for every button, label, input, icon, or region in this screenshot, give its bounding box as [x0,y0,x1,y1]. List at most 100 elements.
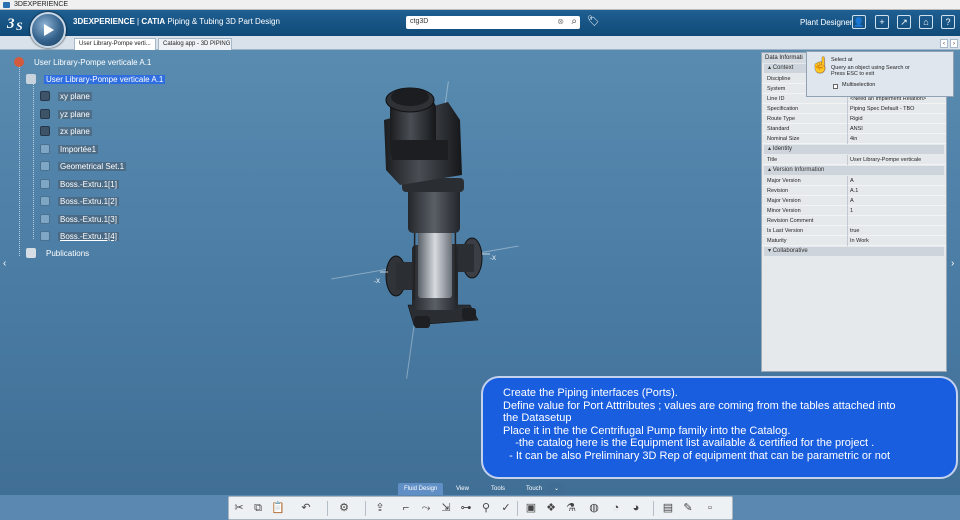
property-row[interactable]: Major Version A [762,196,946,206]
boss-icon [40,231,50,241]
flange-icon[interactable]: ▣ [524,501,538,515]
property-value: ANSI [850,126,863,132]
undo-icon[interactable]: ↶ [299,501,313,515]
boss-icon [40,179,50,189]
paste-icon[interactable]: 📋 [271,501,285,515]
property-row[interactable]: Revision Comment [762,216,946,226]
tree-item-geometrical-set[interactable]: Geometrical Set.1 [40,160,127,173]
search-icon[interactable]: ⌕ [571,16,577,27]
property-value: A.1 [850,188,859,194]
tree-item-importee[interactable]: Importée1 [40,143,99,156]
catalog-icon[interactable]: ▤ [661,501,675,515]
section-label: Collaborative [772,248,808,254]
column-divider [847,226,848,236]
help-icon[interactable]: ? [941,15,955,29]
tree-item-publications[interactable]: Publications [26,247,91,260]
section-version[interactable]: ▴ Version Information [764,166,944,175]
share-icon[interactable]: ↗ [897,15,911,29]
check-icon[interactable]: ✓ [499,501,513,515]
property-row[interactable]: Major Version A [762,176,946,186]
more-icon[interactable]: ▫ [703,501,717,515]
tree-item-xy-plane[interactable]: xy plane [40,90,92,103]
property-row[interactable]: Is Last Version true [762,226,946,236]
tree-item-label: Publications [46,249,90,258]
property-row[interactable]: Revision A.1 [762,186,946,196]
pipe-icon[interactable]: ⌐ [399,501,413,515]
property-row[interactable]: Minor Version 1 [762,206,946,216]
tree-item-boss-1[interactable]: Boss.-Extru.1[1] [40,178,119,191]
compass-play-button[interactable] [30,12,66,48]
home-icon[interactable]: ⌂ [919,15,933,29]
tab-scroll-left-icon[interactable]: ‹ [940,39,948,48]
tab-view[interactable]: View [450,483,475,495]
property-row[interactable]: Route Type Rigid [762,114,946,124]
tree-item-part[interactable]: User Library-Pompe verticale A.1 [26,73,166,86]
tree-item-yz-plane[interactable]: yz plane [40,108,92,121]
tab-user-library[interactable]: User Library-Pompe verti... × [74,38,156,50]
port-icon[interactable]: ⊶ [459,501,473,515]
copy-icon[interactable]: ⧉ [251,501,265,515]
expand-tabs-icon[interactable]: ⌄ [548,483,566,495]
property-row[interactable]: Standard ANSI [762,124,946,134]
plane-icon [40,91,50,101]
user-profile-icon[interactable]: 👤 [852,15,866,29]
collapse-left-icon[interactable]: ‹ [3,258,6,269]
property-row[interactable]: Specification Piping Spec Default - TBO [762,104,946,114]
tag-icon[interactable]: 🏷 [587,16,600,27]
property-row[interactable]: Maturity In Work [762,236,946,246]
tab-touch[interactable]: Touch [520,483,548,495]
plane-icon [40,126,50,136]
column-divider [847,114,848,124]
play-icon [44,24,54,36]
property-key: Standard [767,126,790,132]
publications-icon [26,248,36,258]
search-input[interactable]: ctg3D ⊗ ⌕ [406,16,580,29]
column-divider [847,186,848,196]
tab-fluid-design[interactable]: Fluid Design [398,483,444,495]
export-icon[interactable]: ⇪ [373,501,387,515]
tree-item-boss-2[interactable]: Boss.-Extru.1[2] [40,195,119,208]
svg-text:-X: -X [490,256,496,262]
tree-item-boss-3[interactable]: Boss.-Extru.1[3] [40,213,119,226]
property-value: User Library-Pompe verticale [850,157,922,163]
elbow-icon[interactable]: ◕ [629,501,643,515]
property-key: Discipline [767,76,791,82]
valve-icon[interactable]: ⚲ [479,501,493,515]
connect-icon[interactable]: ⇲ [439,501,453,515]
tab-tools[interactable]: Tools [485,483,511,495]
property-key: Specification [767,106,799,112]
property-key: Revision Comment [767,218,814,224]
tree-item-zx-plane[interactable]: zx plane [40,125,92,138]
property-row[interactable]: Nominal Size 4in [762,134,946,144]
multiselection-checkbox[interactable] [833,84,838,89]
window-title-bar: 3DEXPERIENCE [0,0,960,10]
property-row[interactable]: Title User Library-Pompe verticale [762,155,946,165]
clear-search-icon[interactable]: ⊗ [557,17,564,26]
section-collaborative[interactable]: ▾ Collaborative [764,247,944,256]
fitting-icon[interactable]: ❖ [544,501,558,515]
tree-root[interactable]: User Library-Pompe verticale A.1 [14,56,153,69]
globe-icon[interactable]: ◍ [587,501,601,515]
tab-catalog-app[interactable]: Catalog app - 3D PIPING [158,38,232,50]
collapse-right-icon[interactable]: › [951,258,954,269]
settings-icon[interactable]: ⚙ [337,501,351,515]
spec-icon[interactable]: ⚗ [564,501,578,515]
user-name[interactable]: Plant Designer [800,18,852,27]
edit-icon[interactable]: ✎ [681,501,695,515]
tab-label: Catalog app - 3D PIPING [163,41,231,47]
add-icon[interactable]: + [875,15,889,29]
tree-part-label: User Library-Pompe verticale A.1 [44,75,166,84]
close-tab-icon[interactable]: × [155,41,156,47]
tree-item-boss-4[interactable]: Boss.-Extru.1[4] [40,230,119,243]
property-value: 1 [850,208,854,214]
column-divider [847,104,848,114]
body-icon [40,144,50,154]
property-value: In Work [850,238,869,244]
cut-icon[interactable]: ✂ [232,501,246,515]
tube-icon[interactable]: ◔ [609,501,623,515]
tab-scroll-right-icon[interactable]: › [950,39,958,48]
property-key: System [767,86,786,92]
section-identity[interactable]: ▴ Identity [764,145,944,154]
tree-item-label: Importée1 [58,145,99,154]
route-icon[interactable]: ⤳ [419,501,433,515]
